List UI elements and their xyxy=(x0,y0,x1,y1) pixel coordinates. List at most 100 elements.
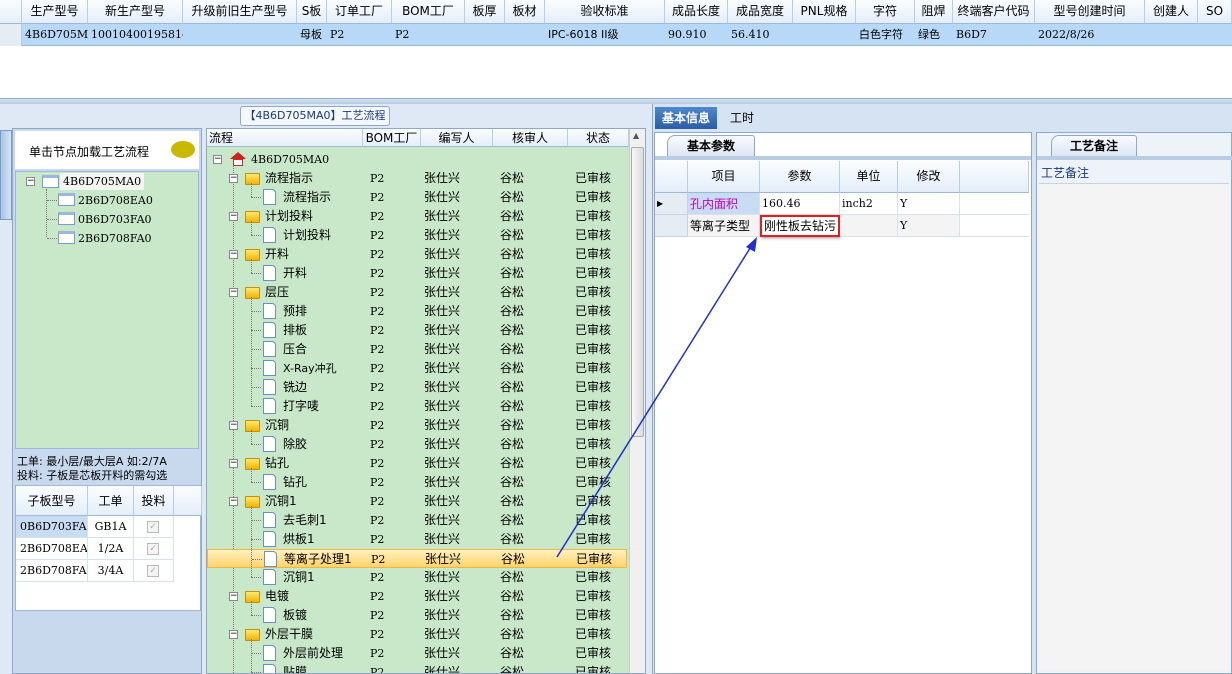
column-header[interactable]: 成品长度 xyxy=(665,0,728,24)
column-header[interactable]: 参数 xyxy=(760,161,840,193)
grid-cell[interactable]: 90.910 xyxy=(665,24,728,46)
grid-cell[interactable]: 10010400195814 xyxy=(88,24,183,46)
column-header[interactable]: 子板型号 xyxy=(16,486,88,516)
flow-tree-row[interactable]: 打字唛 P2 张仕兴 谷松 已审核 xyxy=(207,397,627,416)
flow-tree-row[interactable]: 贴膜 P2 张仕兴 谷松 已审核 xyxy=(207,663,627,673)
flow-tree-row[interactable]: 沉铜1 P2 张仕兴 谷松 已审核 xyxy=(207,568,627,587)
column-header[interactable]: 编写人 xyxy=(421,129,493,147)
column-header[interactable]: 核审人 xyxy=(493,129,568,147)
tab-process-remark[interactable]: 工艺备注 xyxy=(1051,135,1137,156)
subtable-cell[interactable]: GB1A xyxy=(88,516,134,538)
flow-tree-row[interactable]: − 计划投料 P2 张仕兴 谷松 已审核 xyxy=(207,207,627,226)
grid-cell[interactable] xyxy=(465,24,505,46)
grid-cell[interactable]: B6D7 xyxy=(953,24,1035,46)
grid-cell[interactable]: P2 xyxy=(327,24,392,46)
column-header[interactable]: 型号创建时间 xyxy=(1035,0,1145,24)
flow-tree-row[interactable]: 计划投料 P2 张仕兴 谷松 已审核 xyxy=(207,226,627,245)
column-header[interactable]: 阻焊 xyxy=(915,0,953,24)
column-header[interactable]: 订单工厂 xyxy=(327,0,392,24)
param-cell[interactable]: 刚性板去钻污 xyxy=(760,215,840,237)
flow-tree-row[interactable]: − 流程指示 P2 张仕兴 谷松 已审核 xyxy=(207,169,627,188)
collapse-icon[interactable]: − xyxy=(26,177,35,186)
column-header[interactable]: BOM工厂 xyxy=(363,129,421,147)
column-header[interactable]: 状态 xyxy=(568,129,629,147)
grid-cell[interactable]: 56.410 xyxy=(728,24,793,46)
column-header[interactable]: SO xyxy=(1198,0,1232,24)
flow-tree-row[interactable]: − 层压 P2 张仕兴 谷松 已审核 xyxy=(207,283,627,302)
flow-tree-row[interactable]: 除胶 P2 张仕兴 谷松 已审核 xyxy=(207,435,627,454)
tree-node-child[interactable]: 2B6D708FA0 xyxy=(78,230,152,247)
collapse-icon[interactable]: − xyxy=(229,630,238,639)
param-cell[interactable]: 160.46 xyxy=(760,193,840,215)
flow-tree-row[interactable]: 烘板1 P2 张仕兴 谷松 已审核 xyxy=(207,530,627,549)
flow-tree-row[interactable]: − 钻孔 P2 张仕兴 谷松 已审核 xyxy=(207,454,627,473)
param-cell[interactable] xyxy=(840,215,898,237)
flow-tree-row[interactable]: − 电镀 P2 张仕兴 谷松 已审核 xyxy=(207,587,627,606)
tab-basic-params[interactable]: 基本参数 xyxy=(667,135,755,156)
grid-cell[interactable] xyxy=(505,24,545,46)
grid-cell[interactable] xyxy=(793,24,856,46)
grid-corner[interactable] xyxy=(655,161,688,193)
grid-cell[interactable]: 绿色 xyxy=(915,24,953,46)
grid-cell[interactable]: P2 xyxy=(392,24,465,46)
column-header[interactable]: 流程 xyxy=(207,129,363,147)
column-header[interactable]: PNL规格 xyxy=(793,0,856,24)
collapse-icon[interactable]: − xyxy=(229,421,238,430)
grid-cell[interactable] xyxy=(1198,24,1232,46)
flow-tree-row[interactable]: − 外层干膜 P2 张仕兴 谷松 已审核 xyxy=(207,625,627,644)
vertical-side-tab[interactable] xyxy=(0,130,12,220)
row-header[interactable] xyxy=(655,215,688,237)
collapse-icon[interactable]: − xyxy=(229,174,238,183)
param-cell[interactable]: 孔内面积 xyxy=(688,193,760,215)
column-header[interactable]: 单位 xyxy=(840,161,898,193)
tab-work-hours[interactable]: 工时 xyxy=(722,107,762,129)
tree-node-child[interactable]: 2B6D708EA0 xyxy=(78,192,153,209)
grid-cell[interactable]: 母板 xyxy=(297,24,327,46)
column-header[interactable]: 升级前旧生产型号 xyxy=(183,0,297,24)
tree-node-root[interactable]: 4B6D705MA0 xyxy=(60,173,145,190)
flow-tree-row[interactable]: 流程指示 P2 张仕兴 谷松 已审核 xyxy=(207,188,627,207)
column-header[interactable]: 字符 xyxy=(856,0,915,24)
flow-tree-row[interactable]: 去毛刺1 P2 张仕兴 谷松 已审核 xyxy=(207,511,627,530)
column-header[interactable]: 投料 xyxy=(134,486,174,516)
column-header[interactable]: 验收标准 xyxy=(545,0,665,24)
param-cell[interactable]: Y xyxy=(898,193,960,215)
tree-node-child[interactable]: 0B6D703FA0 xyxy=(78,211,152,228)
checkbox[interactable]: ✓ xyxy=(134,538,174,560)
column-header[interactable]: 新生产型号 xyxy=(88,0,183,24)
collapse-icon[interactable]: − xyxy=(229,212,238,221)
column-header[interactable]: 修改 xyxy=(898,161,960,193)
row-header[interactable] xyxy=(0,24,22,46)
remark-textarea[interactable] xyxy=(1039,183,1229,671)
param-cell[interactable]: inch2 xyxy=(840,193,898,215)
scroll-up-arrow[interactable]: ▲ xyxy=(633,131,639,140)
column-header[interactable]: 成品宽度 xyxy=(728,0,793,24)
grid-cell[interactable] xyxy=(183,24,297,46)
vertical-scrollbar[interactable]: ▲ xyxy=(629,129,645,673)
collapse-icon[interactable]: − xyxy=(229,288,238,297)
checkbox[interactable]: ✓ xyxy=(134,560,174,582)
column-header[interactable]: S板 xyxy=(297,0,327,24)
tab-basic-info[interactable]: 基本信息 xyxy=(655,107,717,129)
flow-tree-row[interactable]: − 沉铜 P2 张仕兴 谷松 已审核 xyxy=(207,416,627,435)
grid-row[interactable]: 4B6D705MA010010400195814母板P2P2IPC-6018 I… xyxy=(22,24,1232,46)
flow-tree-row[interactable]: − 4B6D705MA0 xyxy=(207,150,627,169)
column-header[interactable]: BOM工厂 xyxy=(392,0,465,24)
grid-cell[interactable]: IPC-6018 II级 xyxy=(545,24,665,46)
column-header[interactable]: 创建人 xyxy=(1145,0,1198,24)
grid-cell[interactable]: 2022/8/26 xyxy=(1035,24,1145,46)
flow-tree-row[interactable]: 预排 P2 张仕兴 谷松 已审核 xyxy=(207,302,627,321)
grid-corner[interactable] xyxy=(0,0,22,24)
collapse-icon[interactable]: − xyxy=(229,592,238,601)
column-header[interactable]: 板材 xyxy=(505,0,545,24)
grid-cell[interactable]: 4B6D705MA0 xyxy=(22,24,88,46)
collapse-icon[interactable]: − xyxy=(229,459,238,468)
collapse-icon[interactable]: − xyxy=(213,155,222,164)
param-cell[interactable]: Y xyxy=(898,215,960,237)
grid-cell[interactable]: 白色字符 xyxy=(856,24,915,46)
column-header[interactable]: 项目 xyxy=(688,161,760,193)
flow-tree-row[interactable]: X-Ray冲孔 P2 张仕兴 谷松 已审核 xyxy=(207,359,627,378)
checkbox[interactable]: ✓ xyxy=(134,516,174,538)
flow-tree-row[interactable]: 开料 P2 张仕兴 谷松 已审核 xyxy=(207,264,627,283)
column-header[interactable]: 工单 xyxy=(88,486,134,516)
